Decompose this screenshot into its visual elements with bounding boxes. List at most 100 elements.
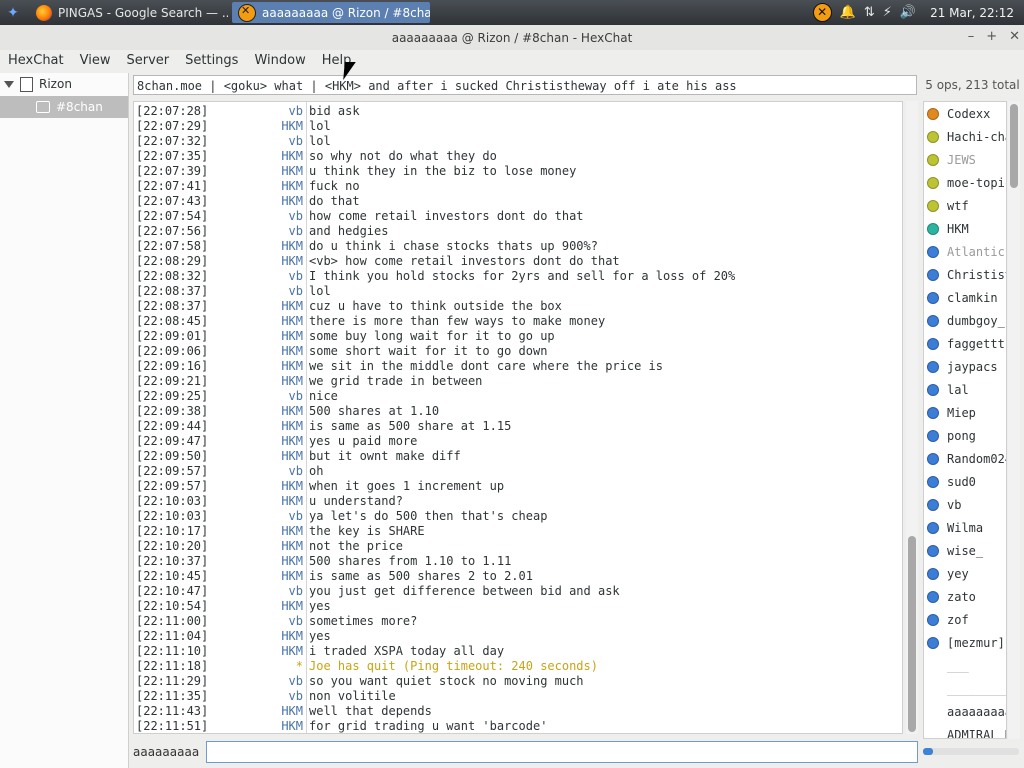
user-list-item[interactable]: moe-topic bbox=[924, 171, 1006, 194]
message-nick[interactable]: vb bbox=[224, 464, 303, 479]
user-list-item[interactable]: Hachi-chan bbox=[924, 125, 1006, 148]
message-nick[interactable]: vb bbox=[224, 389, 303, 404]
message-nick[interactable]: HKM bbox=[224, 239, 303, 254]
user-list-item[interactable]: zof bbox=[924, 608, 1006, 631]
message-nick[interactable]: vb bbox=[224, 224, 303, 239]
message-nick[interactable]: vb bbox=[224, 674, 303, 689]
message-nick[interactable]: HKM bbox=[224, 479, 303, 494]
user-list-item[interactable]: wise_ bbox=[924, 539, 1006, 562]
message-nick[interactable]: HKM bbox=[224, 704, 303, 719]
user-list[interactable]: Codexx Hachi-chan JEWS moe-topic wtf HKM Atlan… bbox=[923, 101, 1007, 739]
message-nick[interactable]: HKM bbox=[224, 449, 303, 464]
message-nick[interactable]: vb bbox=[224, 209, 303, 224]
user-list-item[interactable]: [mezmur] bbox=[924, 631, 1006, 654]
message-nick[interactable]: vb bbox=[224, 509, 303, 524]
tree-channel-8chan[interactable]: #8chan bbox=[0, 96, 128, 118]
message-nick[interactable]: HKM bbox=[224, 299, 303, 314]
message-nick[interactable]: HKM bbox=[224, 179, 303, 194]
message-nick[interactable]: HKM bbox=[224, 599, 303, 614]
user-list-item[interactable]: Wilma bbox=[924, 516, 1006, 539]
user-list-item[interactable]: JEWS bbox=[924, 148, 1006, 171]
chat-scrollbar-thumb[interactable] bbox=[908, 536, 916, 732]
user-list-item[interactable]: ADMIRAL_H bbox=[924, 723, 1006, 739]
message-nick[interactable]: HKM bbox=[224, 419, 303, 434]
taskbar-item-hexchat[interactable]: aaaaaaaaa @ Rizon / #8cha... bbox=[232, 2, 430, 23]
message-nick[interactable]: HKM bbox=[224, 329, 303, 344]
user-list-item[interactable]: dumbgoy_ bbox=[924, 309, 1006, 332]
message-nick[interactable]: HKM bbox=[224, 629, 303, 644]
topic-bar[interactable]: 8chan.moe | <goku> what | <HKM> and afte… bbox=[133, 75, 917, 95]
taskbar-item-firefox[interactable]: PINGAS - Google Search — ... bbox=[30, 2, 228, 23]
message-nick[interactable]: vb bbox=[224, 584, 303, 599]
message-nick[interactable]: HKM bbox=[224, 344, 303, 359]
message-nick[interactable]: vb bbox=[224, 104, 303, 119]
user-list-item[interactable]: lal bbox=[924, 378, 1006, 401]
user-list-item[interactable]: pong bbox=[924, 424, 1006, 447]
minimize-icon[interactable]: – bbox=[968, 29, 975, 44]
message-nick[interactable]: HKM bbox=[224, 434, 303, 449]
user-list-item[interactable]: Miep bbox=[924, 401, 1006, 424]
user-list-item[interactable]: faggetttsss bbox=[924, 332, 1006, 355]
power-icon[interactable]: ⚡ bbox=[883, 5, 892, 20]
volume-icon[interactable]: 🔊 bbox=[900, 5, 916, 20]
message-nick[interactable]: * bbox=[224, 659, 303, 674]
message-nick[interactable]: vb bbox=[224, 134, 303, 149]
message-nick[interactable]: HKM bbox=[224, 404, 303, 419]
user-status-icon bbox=[927, 337, 939, 350]
message-nick[interactable]: HKM bbox=[224, 569, 303, 584]
message-nick[interactable]: vb bbox=[224, 614, 303, 629]
maximize-icon[interactable]: + bbox=[986, 29, 997, 44]
user-list-item[interactable]: jaypacs bbox=[924, 355, 1006, 378]
message-nick[interactable]: HKM bbox=[224, 554, 303, 569]
notification-bell-icon[interactable]: 🔔 bbox=[840, 5, 856, 20]
user-list-item[interactable]: Random024 bbox=[924, 447, 1006, 470]
menu-view[interactable]: View bbox=[72, 53, 119, 68]
menu-server[interactable]: Server bbox=[118, 53, 177, 68]
user-list-item[interactable]: zato bbox=[924, 585, 1006, 608]
clock[interactable]: 21 Mar, 22:12 bbox=[930, 6, 1014, 20]
message-nick[interactable]: vb bbox=[224, 284, 303, 299]
user-list-scrollbar-thumb[interactable] bbox=[1010, 104, 1018, 188]
user-list-item[interactable]: Atlantic bbox=[924, 240, 1006, 263]
menu-window[interactable]: Window bbox=[246, 53, 313, 68]
nick-button[interactable]: aaaaaaaaa bbox=[133, 741, 203, 763]
close-icon[interactable]: ✕ bbox=[1009, 29, 1020, 44]
message-nick[interactable]: HKM bbox=[224, 194, 303, 209]
message-nick[interactable]: HKM bbox=[224, 164, 303, 179]
user-list-item[interactable]: HKM bbox=[924, 217, 1006, 240]
user-list-item[interactable]: sud0 bbox=[924, 470, 1006, 493]
message-nick[interactable]: vb bbox=[224, 269, 303, 284]
user-list-item[interactable]: yey bbox=[924, 562, 1006, 585]
network-icon[interactable]: ⇅ bbox=[864, 5, 875, 20]
message-nick[interactable]: HKM bbox=[224, 374, 303, 389]
expand-arrow-icon[interactable] bbox=[4, 80, 14, 88]
user-list-item[interactable]: aaaaaaaaa bbox=[924, 700, 1006, 723]
message-nick[interactable]: HKM bbox=[224, 119, 303, 134]
nick-divider[interactable] bbox=[306, 102, 307, 733]
message-nick[interactable]: HKM bbox=[224, 254, 303, 269]
message-nick[interactable]: HKM bbox=[224, 524, 303, 539]
user-list-item[interactable]: vb bbox=[924, 493, 1006, 516]
message-nick[interactable]: HKM bbox=[224, 149, 303, 164]
chat-log[interactable]: [22:07:28] vb bid ask [22:07:29] HKM lol [22:0… bbox=[133, 101, 903, 734]
hexchat-tray-icon[interactable]: ✕ bbox=[812, 3, 832, 22]
user-list-item[interactable]: Codexx bbox=[924, 102, 1006, 125]
message-nick[interactable]: HKM bbox=[224, 644, 303, 659]
menu-settings[interactable]: Settings bbox=[177, 53, 246, 68]
chat-scrollbar[interactable] bbox=[906, 101, 918, 734]
user-list-scrollbar[interactable] bbox=[1008, 101, 1020, 739]
tree-server-rizon[interactable]: Rizon bbox=[0, 73, 128, 95]
start-menu-icon[interactable]: ✦ bbox=[0, 0, 26, 25]
user-list-item[interactable]: wtf bbox=[924, 194, 1006, 217]
window-title-bar[interactable]: aaaaaaaaa @ Rizon / #8chan - HexChat – +… bbox=[0, 25, 1024, 50]
message-nick[interactable]: HKM bbox=[224, 719, 303, 733]
user-list-item[interactable]: Christistheway bbox=[924, 263, 1006, 286]
user-list-item[interactable]: clamkin bbox=[924, 286, 1006, 309]
message-nick[interactable]: HKM bbox=[224, 494, 303, 509]
message-nick[interactable]: HKM bbox=[224, 359, 303, 374]
menu-hexchat[interactable]: HexChat bbox=[0, 53, 72, 68]
message-nick[interactable]: vb bbox=[224, 689, 303, 704]
message-input[interactable] bbox=[206, 741, 918, 763]
message-nick[interactable]: HKM bbox=[224, 314, 303, 329]
message-nick[interactable]: HKM bbox=[224, 539, 303, 554]
